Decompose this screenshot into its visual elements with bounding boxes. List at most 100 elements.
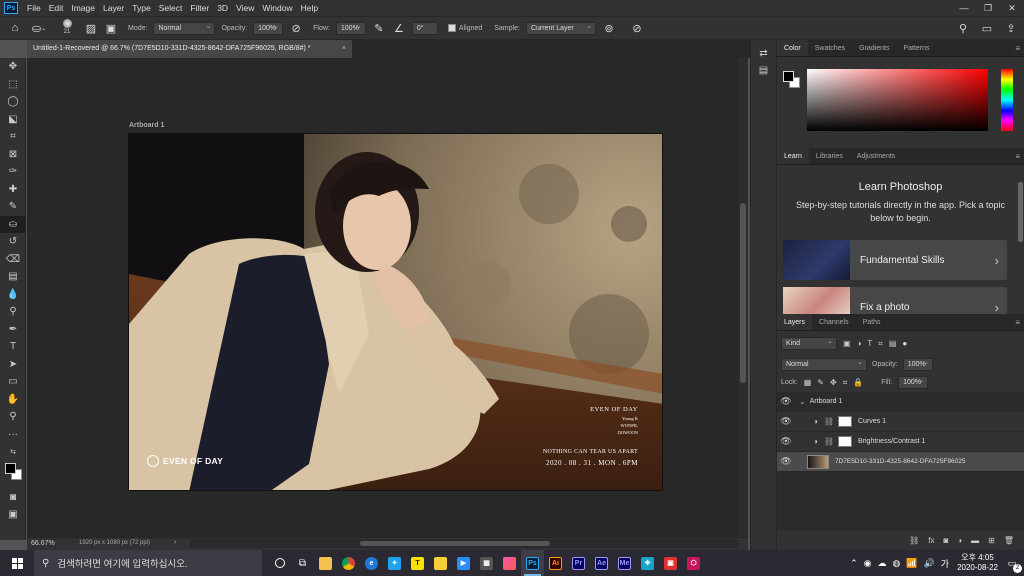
layer-brightness-contrast[interactable]: 👁 ◑ ⛓ Brightness/Contrast 1: [777, 432, 1024, 452]
menu-filter[interactable]: Filter: [186, 3, 213, 13]
gradient-tool-icon[interactable]: ▤: [0, 268, 26, 286]
path-selection-tool-icon[interactable]: ➤: [0, 356, 26, 374]
new-group-icon[interactable]: ▬: [971, 536, 979, 545]
taskbar-after-effects[interactable]: Ae: [590, 550, 613, 576]
menu-edit[interactable]: Edit: [45, 3, 68, 13]
cortana-icon[interactable]: [268, 550, 291, 576]
filter-adjustment-icon[interactable]: ◑: [857, 339, 862, 348]
airbrush-icon[interactable]: ✎: [372, 21, 386, 35]
pen-tool-icon[interactable]: ✒: [0, 321, 26, 339]
menu-select[interactable]: Select: [155, 3, 187, 13]
layer-style-fx-icon[interactable]: fx: [928, 536, 934, 545]
screen-mode-icon[interactable]: ▣: [0, 506, 26, 524]
filter-type-icon[interactable]: T: [867, 339, 872, 348]
layer-opacity-field[interactable]: 100%: [902, 357, 933, 371]
lock-position-icon[interactable]: ✥: [830, 378, 837, 387]
eyedropper-tool-icon[interactable]: ✑: [0, 163, 26, 181]
angle-field[interactable]: 0°: [411, 21, 438, 35]
color-fg-swatch[interactable]: [783, 71, 794, 82]
pressure-opacity-icon[interactable]: ⊘: [289, 21, 303, 35]
sticky-notes-icon[interactable]: [429, 550, 452, 576]
task-view-icon[interactable]: ⧉: [291, 550, 314, 576]
close-window-button[interactable]: ✕: [1000, 0, 1024, 16]
clone-stamp-preset-icon[interactable]: ⛀ ⌄: [28, 21, 50, 35]
learn-card-fundamental-skills[interactable]: Fundamental Skills ›: [783, 240, 1007, 280]
taskbar-photoshop[interactable]: Ps: [521, 550, 544, 576]
collapse-chevron-icon[interactable]: ⌄: [799, 397, 806, 406]
tray-app-icon[interactable]: ◉: [864, 558, 872, 569]
minimize-button[interactable]: —: [952, 0, 976, 16]
crop-tool-icon[interactable]: ⌗: [0, 128, 26, 146]
app-icon[interactable]: ▣: [659, 550, 682, 576]
color-swatches[interactable]: [0, 461, 25, 483]
aligned-checkbox[interactable]: Aligned: [447, 24, 482, 32]
sample-select[interactable]: Current Layer: [525, 21, 596, 35]
notification-center[interactable]: ▭ 2: [1004, 558, 1022, 573]
visibility-eye-icon[interactable]: 👁: [777, 396, 795, 407]
color-field[interactable]: [807, 69, 988, 131]
taskbar-media-encoder[interactable]: Me: [613, 550, 636, 576]
tab-gradients[interactable]: Gradients: [852, 40, 896, 56]
menu-file[interactable]: File: [23, 3, 45, 13]
lock-all-icon[interactable]: 🔒: [853, 378, 863, 387]
link-layers-icon[interactable]: ⛓: [909, 536, 919, 545]
layer-curves[interactable]: 👁 ◑ ⛓ Curves 1: [777, 412, 1024, 432]
windows-start-button[interactable]: [0, 550, 34, 576]
learn-scrollbar[interactable]: [1018, 182, 1023, 242]
history-brush-tool-icon[interactable]: ↺: [0, 233, 26, 251]
brush-preset-picker[interactable]: 21: [56, 18, 78, 38]
workspace-icon[interactable]: ▭: [980, 21, 994, 35]
vertical-scrollbar[interactable]: [738, 58, 748, 537]
frame-tool-icon[interactable]: ⊠: [0, 146, 26, 164]
filter-smart-object-icon[interactable]: ▤: [889, 339, 897, 348]
share-icon[interactable]: ⇪: [1004, 21, 1018, 35]
new-adjustment-icon[interactable]: ◑: [957, 536, 962, 545]
visibility-eye-icon[interactable]: 👁: [777, 416, 795, 427]
type-tool-icon[interactable]: T: [0, 338, 26, 356]
taskbar-illustrator[interactable]: Ai: [544, 550, 567, 576]
lock-transparent-icon[interactable]: ▦: [804, 378, 812, 387]
menu-view[interactable]: View: [232, 3, 258, 13]
zoom-level[interactable]: 66.67%: [31, 540, 55, 547]
taskbar-premiere[interactable]: Pr: [567, 550, 590, 576]
menu-type[interactable]: Type: [128, 3, 154, 13]
clone-source-icon[interactable]: ▣: [104, 21, 118, 35]
tab-adjustments[interactable]: Adjustments: [850, 148, 903, 164]
clock[interactable]: 오후 4:05 2020-08-22: [957, 553, 998, 573]
filter-shape-icon[interactable]: ⌗: [878, 339, 883, 349]
tab-color[interactable]: Color: [777, 40, 808, 56]
app-icon[interactable]: ✚: [636, 550, 659, 576]
lock-pixels-icon[interactable]: ✎: [817, 378, 824, 387]
opacity-field[interactable]: 100%: [253, 21, 284, 35]
network-icon[interactable]: 📶: [906, 558, 917, 569]
zoom-tool-icon[interactable]: ⚲: [0, 408, 26, 426]
volume-icon[interactable]: 🔊: [924, 558, 935, 569]
taskbar-search-box[interactable]: ⚲ 검색하려면 여기에 입력하십시오.: [34, 550, 262, 576]
document-tab[interactable]: Untitled-1-Recovered @ 66.7% (7D7E5D10-3…: [27, 40, 352, 58]
hue-slider[interactable]: [1001, 69, 1013, 131]
add-mask-icon[interactable]: ◙: [943, 536, 948, 545]
pressure-size-icon[interactable]: ⊘: [630, 21, 644, 35]
filter-pixel-icon[interactable]: ▣: [843, 339, 851, 348]
layer-photo[interactable]: 👁 7D7E5D10-331D-4325-8642-DFA725F96025: [777, 452, 1024, 472]
tab-patterns[interactable]: Patterns: [896, 40, 936, 56]
mode-select[interactable]: Normal: [153, 21, 216, 35]
menu-image[interactable]: Image: [67, 3, 99, 13]
zoom-app-icon[interactable]: ▶: [452, 550, 475, 576]
home-icon[interactable]: ⌂: [8, 21, 22, 35]
menu-3d[interactable]: 3D: [213, 3, 232, 13]
tray-app-icon[interactable]: ◍: [893, 558, 901, 569]
tab-swatches[interactable]: Swatches: [808, 40, 852, 56]
visibility-eye-icon[interactable]: 👁: [777, 436, 795, 447]
history-panel-icon[interactable]: ⇄: [751, 48, 776, 59]
more-tools-icon[interactable]: ···: [0, 426, 26, 444]
quick-mask-icon[interactable]: ◙: [0, 489, 26, 507]
chrome-icon[interactable]: [337, 550, 360, 576]
tab-layers[interactable]: Layers: [777, 314, 813, 330]
tray-app-icon[interactable]: ☁: [878, 558, 887, 569]
marquee-tool-icon[interactable]: ⬚: [0, 76, 26, 94]
flow-field[interactable]: 100%: [335, 21, 366, 35]
calculator-icon[interactable]: ▦: [475, 550, 498, 576]
hand-tool-icon[interactable]: ✋: [0, 391, 26, 409]
panel-menu-icon[interactable]: ≡: [1015, 40, 1024, 56]
